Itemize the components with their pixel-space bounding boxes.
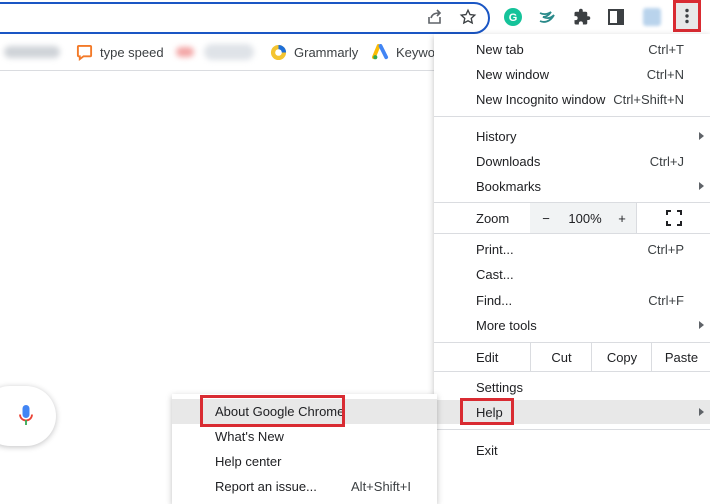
zoom-label: Zoom: [476, 211, 510, 226]
zoom-in-button[interactable]: +: [608, 203, 636, 233]
copy-label: Copy: [606, 349, 638, 365]
menu-separator: [434, 429, 710, 430]
menu-item-settings[interactable]: Settings: [434, 375, 710, 399]
fullscreen-icon: [665, 210, 682, 226]
grammarly-icon[interactable]: G: [501, 5, 525, 29]
menu-shortcut: Ctrl+N: [646, 66, 684, 82]
menu-row-zoom: Zoom − 100% +: [434, 203, 710, 233]
menu-item-incognito[interactable]: New Incognito window Ctrl+Shift+N: [434, 87, 710, 111]
chevron-right-icon: [699, 132, 704, 140]
menu-shortcut: Ctrl+Shift+N: [613, 91, 684, 107]
menu-separator: [434, 371, 710, 372]
zoom-out-label: −: [542, 210, 550, 226]
profile-icon[interactable]: [640, 5, 664, 29]
chevron-right-icon: [699, 321, 704, 329]
bookmark-label: type speed: [100, 44, 164, 60]
svg-text:G: G: [509, 12, 518, 24]
menu-item-new-tab[interactable]: New tab Ctrl+T: [434, 37, 710, 61]
puzzle-icon[interactable]: [570, 5, 594, 29]
chevron-right-icon: [699, 408, 704, 416]
voice-search-button[interactable]: [0, 386, 56, 446]
zoom-level: 100%: [562, 203, 608, 233]
bookmark-type-speed[interactable]: type speed: [76, 34, 164, 70]
paste-button[interactable]: Paste: [651, 343, 710, 371]
menu-item-new-window[interactable]: New window Ctrl+N: [434, 62, 710, 86]
share-icon[interactable]: [423, 5, 447, 29]
menu-separator: [434, 233, 710, 234]
edit-label: Edit: [476, 350, 499, 365]
zoom-in-label: +: [618, 210, 626, 226]
menu-item-find[interactable]: Find... Ctrl+F: [434, 288, 710, 312]
menu-shortcut: Ctrl+T: [648, 41, 684, 57]
chat-bubble-icon: [76, 44, 93, 61]
submenu-label: Help center: [215, 454, 282, 469]
cut-label: Cut: [551, 349, 572, 365]
menu-item-bookmarks[interactable]: Bookmarks: [434, 174, 710, 198]
sidepanel-icon[interactable]: [604, 5, 628, 29]
menu-label: Exit: [476, 442, 498, 458]
menu-label: More tools: [476, 317, 537, 333]
bookmark-grammarly[interactable]: Grammarly: [270, 34, 358, 70]
zoom-out-button[interactable]: −: [530, 203, 562, 233]
submenu-label: What's New: [215, 429, 284, 444]
menu-item-more-tools[interactable]: More tools: [434, 313, 710, 337]
bookmark-keywo[interactable]: Keywo: [372, 34, 435, 70]
blurred-bookmark[interactable]: [176, 47, 194, 57]
menu-label: History: [476, 128, 517, 144]
menu-row-edit: Edit Cut Copy Paste: [434, 343, 710, 371]
menu-item-history[interactable]: History: [434, 124, 710, 148]
extension-swift-icon[interactable]: [535, 5, 559, 29]
menu-label: Bookmarks: [476, 178, 542, 194]
bookmark-label: Keywo: [396, 44, 436, 60]
address-bar[interactable]: [0, 2, 490, 34]
blurred-bookmark[interactable]: [4, 46, 60, 58]
submenu-item-report[interactable]: Report an issue... Alt+Shift+I: [172, 474, 437, 499]
submenu-label: Report an issue...: [215, 479, 317, 494]
menu-label: Downloads: [476, 153, 541, 169]
menu-item-exit[interactable]: Exit: [434, 438, 710, 462]
paste-label: Paste: [664, 349, 699, 365]
menu-label: New window: [476, 66, 549, 82]
bookmark-label: Grammarly: [294, 44, 359, 60]
fullscreen-button[interactable]: [636, 203, 710, 233]
submenu-item-help-center[interactable]: Help center: [172, 449, 437, 474]
submenu-shortcut: Alt+Shift+I: [351, 479, 411, 494]
grammarly-icon: [270, 44, 287, 60]
menu-label: New tab: [476, 41, 524, 57]
help-highlight: [460, 398, 514, 425]
menu-label: Find...: [476, 292, 513, 308]
menu-label: Print...: [476, 241, 514, 257]
menu-item-print[interactable]: Print... Ctrl+P: [434, 237, 710, 261]
menu-shortcut: Ctrl+J: [649, 153, 684, 169]
menu-label: New Incognito window: [476, 91, 606, 107]
cut-button[interactable]: Cut: [530, 343, 592, 371]
menu-shortcut: Ctrl+P: [647, 241, 684, 257]
chevron-right-icon: [699, 182, 704, 190]
menu-item-cast[interactable]: Cast...: [434, 262, 710, 286]
menu-label: Cast...: [476, 266, 514, 282]
google-ads-icon: [372, 43, 389, 59]
submenu-item-whats-new[interactable]: What's New: [172, 424, 437, 449]
blurred-bookmark[interactable]: [204, 44, 254, 60]
about-highlight: [200, 395, 345, 427]
star-icon[interactable]: [456, 5, 480, 29]
menu-label: Settings: [476, 379, 523, 395]
help-submenu: About Google Chrome What's New Help cent…: [172, 394, 437, 504]
chrome-main-menu: New tab Ctrl+T New window Ctrl+N New Inc…: [434, 34, 710, 504]
menu-separator: [434, 116, 710, 117]
copy-button[interactable]: Copy: [591, 343, 652, 371]
menu-button-highlight: [673, 0, 701, 32]
browser-toolbar: G: [0, 0, 710, 34]
microphone-icon: [19, 405, 33, 425]
menu-item-downloads[interactable]: Downloads Ctrl+J: [434, 149, 710, 173]
zoom-value: 100%: [568, 210, 602, 226]
menu-shortcut: Ctrl+F: [648, 292, 684, 308]
